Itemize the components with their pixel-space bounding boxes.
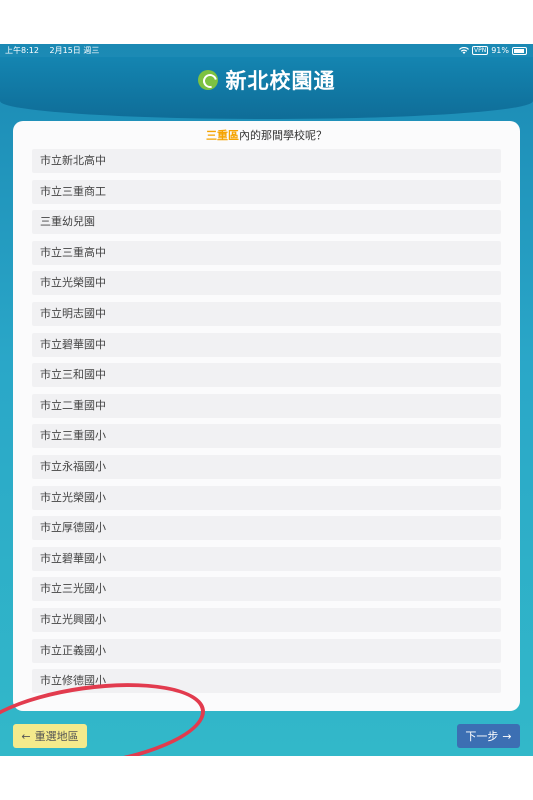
school-item[interactable]: 市立光榮國小 [32,485,501,510]
school-item[interactable]: 市立三重國小 [32,424,501,449]
school-item[interactable]: 市立光榮國中 [32,271,501,296]
next-button[interactable]: 下一步 → [457,724,520,748]
back-button-label: 重選地區 [34,730,79,743]
school-item[interactable]: 市立正義國小 [32,638,501,663]
app-header: 新北校園通 [0,57,533,119]
page-title: 新北校園通 [225,69,336,93]
selected-area: 三重區 [206,129,239,142]
back-button[interactable]: ← 重選地區 [13,724,87,748]
school-item[interactable]: 市立新北高中 [32,149,501,173]
school-item[interactable]: 市立二重國中 [32,393,501,418]
school-item[interactable]: 市立碧華國中 [32,332,501,357]
school-item[interactable]: 市立明志國中 [32,301,501,326]
status-bar: 上午8:12 2月15日 週三 VPN 91% [0,44,533,57]
school-item[interactable]: 市立光興國小 [32,607,501,632]
app-logo-icon [197,70,218,90]
next-arrow-icon: → [502,729,512,743]
school-item[interactable]: 市立三重商工 [32,179,501,204]
status-left: 上午8:12 2月15日 週三 [5,44,99,57]
school-item[interactable]: 三重幼兒園 [32,210,501,235]
school-list-card: 三重區內的那間學校呢？ 市立新北高中 市立三重商工 三重幼兒園 市立三重高中 市… [13,121,520,711]
status-time: 上午8:12 [5,46,39,55]
school-item[interactable]: 市立碧華國小 [32,546,501,571]
status-right: VPN 91% [459,44,527,57]
question-suffix: 內的那間學校呢？ [239,129,327,142]
question-text: 三重區內的那間學校呢？ [13,127,520,143]
school-item[interactable]: 市立三重高中 [32,240,501,265]
wifi-icon [459,46,469,54]
status-date: 2月15日 週三 [49,46,100,55]
school-list: 市立新北高中 市立三重商工 三重幼兒園 市立三重高中 市立光榮國中 市立明志國中… [32,149,501,700]
battery-icon [512,46,527,55]
school-item[interactable]: 市立三光國小 [32,577,501,602]
battery-percent: 91% [491,46,509,55]
school-item[interactable]: 市立三和國中 [32,363,501,388]
school-item[interactable]: 市立厚德國小 [32,516,501,541]
school-item[interactable]: 市立永福國小 [32,454,501,479]
app-screen: 上午8:12 2月15日 週三 VPN 91% 新北校園通 三重區內的那間學校呢… [0,44,533,756]
title-group: 新北校園通 [0,65,533,95]
vpn-badge: VPN [472,46,489,55]
back-arrow-icon: ← [21,729,31,743]
next-button-label: 下一步 [465,730,499,743]
